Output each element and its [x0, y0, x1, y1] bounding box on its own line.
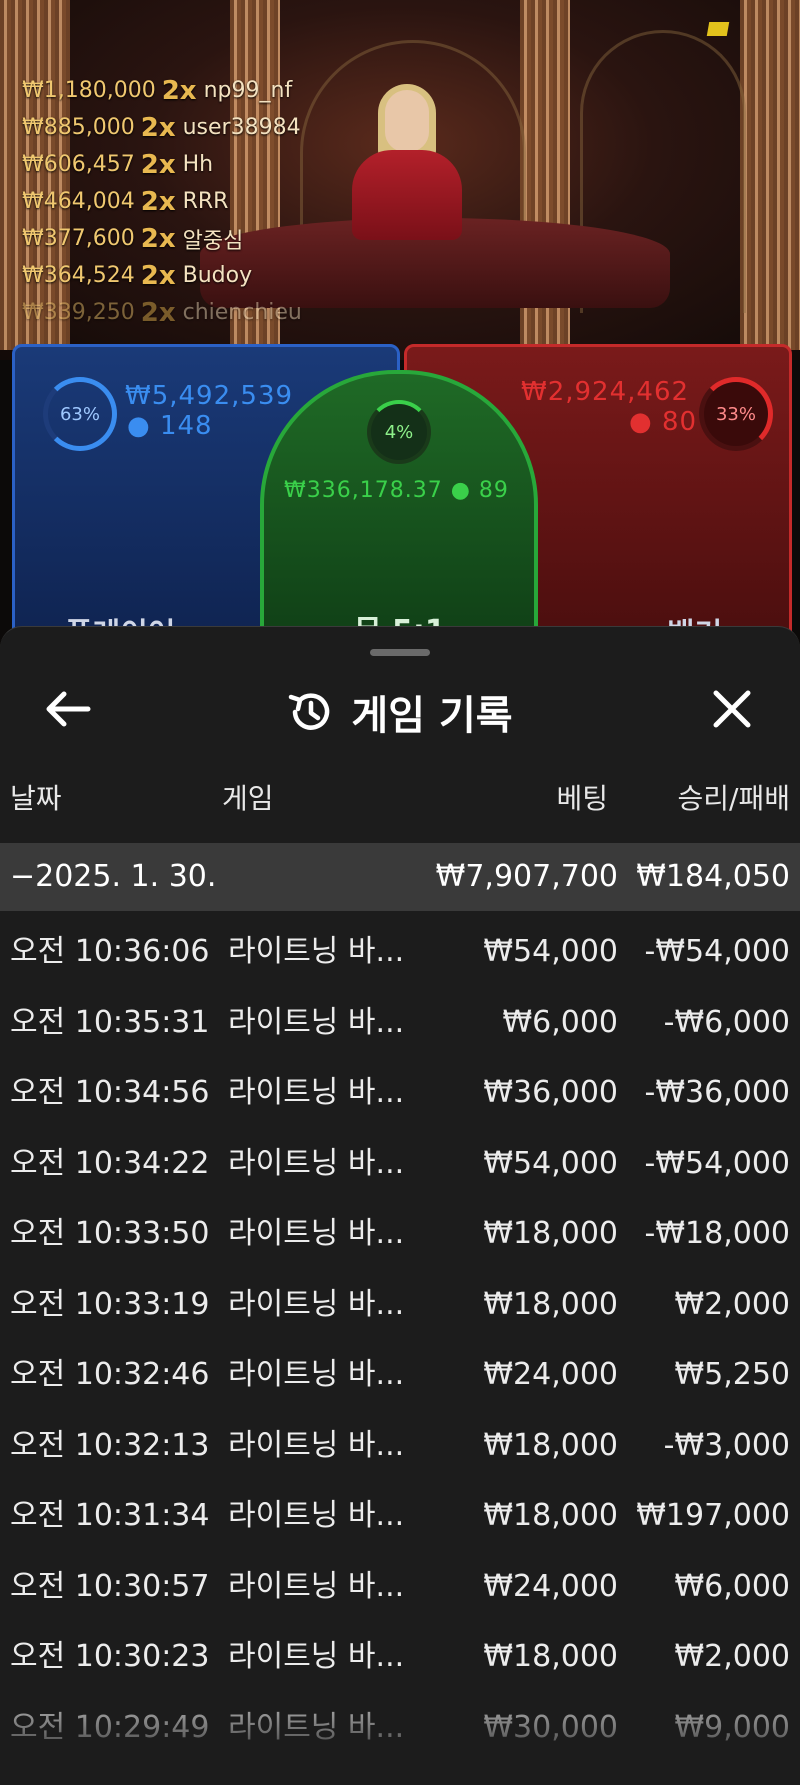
tie-percent-ring: 4%: [367, 400, 431, 464]
winner-entry: ₩885,000 2x user38984: [22, 112, 301, 143]
pillar-decor: [740, 0, 800, 350]
betting-area: 63% ₩5,492,539 ● 148 플레이어 33% ₩2,924,462…: [0, 340, 800, 678]
history-row[interactable]: 오전 10:33:19 라이트닝 바... ₩18,000 ₩2,000: [0, 1270, 800, 1341]
column-date: 날짜: [10, 782, 62, 815]
winner-entry: ₩377,600 2x 알중심: [22, 223, 244, 254]
player-total-bet: ₩5,492,539: [125, 381, 294, 411]
group-win-total: ₩184,050: [636, 859, 790, 894]
tie-total-bet: ₩336,178.37 ● 89: [284, 478, 509, 503]
group-bet-total: ₩7,907,700: [435, 859, 618, 894]
game-history-sheet: 게임 기록 날짜 게임 베팅 승리/패배 −2025. 1. 30. ₩7,90…: [0, 626, 800, 1785]
history-row[interactable]: 오전 10:36:06 라이트닝 바... ₩54,000 -₩54,000: [0, 917, 800, 988]
winners-list: ₩1,180,000 2x np99_nf ₩885,000 2x user38984 …: [22, 72, 302, 331]
group-date: −2025. 1. 30.: [10, 859, 217, 894]
history-row[interactable]: 오전 10:32:46 라이트닝 바... ₩24,000 ₩5,250: [0, 1340, 800, 1411]
close-icon: [713, 690, 751, 728]
winner-entry: ₩1,180,000 2x np99_nf: [22, 75, 293, 106]
history-row[interactable]: 오전 10:30:23 라이트닝 바... ₩18,000 ₩2,000: [0, 1622, 800, 1693]
banker-percent: 33%: [715, 403, 756, 425]
user-icon: ●: [450, 478, 471, 503]
history-row[interactable]: 오전 10:34:56 라이트닝 바... ₩36,000 -₩36,000: [0, 1058, 800, 1129]
flag-icon: [706, 22, 730, 36]
history-row[interactable]: 오전 10:32:13 라이트닝 바... ₩18,000 -₩3,000: [0, 1411, 800, 1482]
winner-entry: ₩606,457 2x Hh: [22, 149, 214, 180]
history-row[interactable]: 오전 10:33:50 라이트닝 바... ₩18,000 -₩18,000: [0, 1199, 800, 1270]
history-column-headers: 날짜 게임 베팅 승리/패배: [0, 777, 800, 817]
column-bet: 베팅: [556, 782, 608, 815]
banker-bettor-count: ● 80: [629, 407, 698, 437]
close-button[interactable]: [706, 683, 758, 735]
column-win-loss: 승리/패배: [677, 782, 790, 815]
sheet-header: 게임 기록: [0, 683, 800, 741]
winner-entry: ₩339,250 2x chienchieu: [22, 297, 302, 328]
tie-percent: 4%: [384, 421, 414, 443]
history-row[interactable]: 오전 10:31:34 라이트닝 바... ₩18,000 ₩197,000: [0, 1481, 800, 1552]
column-game: 게임: [222, 782, 274, 815]
player-percent-ring: 63%: [43, 377, 117, 451]
history-row[interactable]: 오전 10:34:22 라이트닝 바... ₩54,000 -₩54,000: [0, 1129, 800, 1200]
dealer-body: [352, 150, 462, 240]
winner-entry: ₩464,004 2x RRR: [22, 186, 229, 217]
banker-percent-ring: 33%: [699, 377, 773, 451]
history-row[interactable]: 오전 10:30:57 라이트닝 바... ₩24,000 ₩6,000: [0, 1552, 800, 1623]
user-icon: ●: [127, 411, 151, 441]
history-icon: [289, 693, 330, 730]
live-video-feed: ₩1,180,000 2x np99_nf ₩885,000 2x user38984 …: [0, 0, 800, 360]
date-group-row[interactable]: −2025. 1. 30. ₩7,907,700 ₩184,050: [0, 843, 800, 911]
player-percent: 63%: [59, 403, 100, 425]
history-list: 오전 10:36:06 라이트닝 바... ₩54,000 -₩54,000 오전 1…: [0, 917, 800, 1763]
player-bettor-count: ● 148: [127, 411, 213, 441]
dealer-face: [385, 90, 429, 152]
user-icon: ●: [629, 407, 653, 437]
sheet-title: 게임 기록: [351, 693, 513, 739]
history-row[interactable]: 오전 10:35:31 라이트닝 바... ₩6,000 -₩6,000: [0, 988, 800, 1059]
history-row[interactable]: 오전 10:29:49 라이트닝 바... ₩30,000 ₩9,000: [0, 1693, 800, 1764]
banker-total-bet: ₩2,924,462: [521, 377, 690, 407]
winner-entry: ₩364,524 2x Budoy: [22, 260, 253, 291]
drag-handle[interactable]: [370, 649, 430, 656]
